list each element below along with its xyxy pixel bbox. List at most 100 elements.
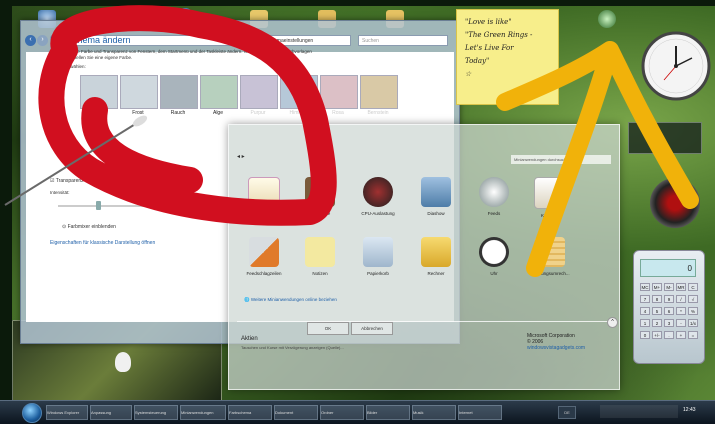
advanced-appearance-link[interactable]: Eigenschaften für klassische Darstellung…	[50, 240, 155, 246]
taskbar-button[interactable]: Ordner	[320, 405, 364, 420]
gadget-stocks[interactable]: Aktien	[237, 177, 291, 218]
note-line: Today"	[465, 57, 490, 65]
intensity-slider-thumb[interactable]	[96, 201, 101, 210]
recycle-bin-icon	[363, 237, 393, 267]
calculator-gadget[interactable]: 0 MC M+ M- MR C 7 8 9 / √ 4 5 6 * % 1 2 …	[633, 250, 705, 364]
get-more-gadgets-label: Weitere Minianwendungen online beziehen	[250, 297, 337, 302]
calc-key[interactable]: 1	[640, 319, 650, 327]
gadget-feed-headlines[interactable]: Feedschlagzeilen	[237, 237, 291, 276]
sticky-note-gadget[interactable]: "Love is like" "The Green Rings - Let's …	[456, 9, 559, 105]
details-title: Aktien	[241, 336, 258, 342]
gadget-label: Diashow	[427, 211, 445, 216]
tray-clock[interactable]: 12:43	[683, 407, 696, 413]
calc-key[interactable]: +/-	[652, 331, 662, 339]
gadget-recycle-bin[interactable]: Papierkorb	[351, 237, 405, 276]
calc-key[interactable]: MC	[640, 283, 650, 291]
start-button[interactable]	[22, 403, 42, 423]
taskbar-button[interactable]: Systemsteuerung	[134, 405, 178, 420]
intensity-slider-track[interactable]	[58, 205, 218, 207]
gadget-label: Feedschlagzeilen	[246, 271, 282, 276]
clock-icon	[479, 237, 509, 267]
gadget-cpu[interactable]: CPU-Auslastung	[351, 177, 405, 216]
gadget-notes[interactable]: Notizen	[293, 237, 347, 276]
clock-gadget[interactable]	[640, 30, 712, 102]
calc-key[interactable]: M-	[664, 283, 674, 291]
color-swatch-4[interactable]	[240, 75, 278, 109]
taskbar-button[interactable]: Musik	[412, 405, 456, 420]
color-swatch-5[interactable]	[280, 75, 318, 109]
color-swatch-7[interactable]	[360, 75, 398, 109]
calc-key[interactable]: MR	[676, 283, 686, 291]
gadget-currency[interactable]: Währungsumrech...	[523, 237, 577, 276]
calc-key[interactable]: 5	[652, 307, 662, 315]
gadget-clock[interactable]: Uhr	[467, 237, 521, 276]
taskbar-button[interactable]: Windows Explorer	[46, 405, 88, 420]
calc-key[interactable]: 7	[640, 295, 650, 303]
calc-key[interactable]: =	[688, 331, 698, 339]
gadget-calculator[interactable]: Rechner	[409, 237, 463, 276]
color-swatch-6[interactable]	[320, 75, 358, 109]
calculator-icon	[421, 237, 451, 267]
desktop-icon-gadget-top[interactable]	[598, 10, 616, 28]
ok-button[interactable]: OK	[307, 322, 349, 335]
search-input[interactable]: Suchen	[358, 35, 448, 46]
page-number-arrow[interactable]: ◂ ▸	[237, 153, 249, 163]
color-swatch-0[interactable]	[80, 75, 118, 109]
calc-key[interactable]: -	[676, 319, 686, 327]
color-swatch-3[interactable]	[200, 75, 238, 109]
calc-key[interactable]: 2	[652, 319, 662, 327]
note-line: Let's Live For	[465, 44, 514, 52]
get-more-gadgets-link[interactable]: 🌐 Weitere Minianwendungen online beziehe…	[244, 297, 337, 303]
gadget-label: Bildpuzzle	[309, 211, 331, 216]
transparency-checkbox[interactable]: ☑ Transparenz aktivieren	[50, 178, 106, 184]
note-line: "The Green Rings -	[465, 31, 533, 39]
gadget-slideshow[interactable]: Diashow	[409, 177, 463, 216]
gadget-gallery-window: ◂ ▸ Minianwendungen durchsuchen Aktien B…	[228, 124, 620, 390]
calc-key[interactable]: 6	[664, 307, 674, 315]
color-mixer-toggle[interactable]: ⊙ Farbmixer einblenden	[62, 224, 116, 230]
color-swatch-2[interactable]	[160, 75, 198, 109]
calc-key[interactable]: √	[688, 295, 698, 303]
calc-key[interactable]: 9	[664, 295, 674, 303]
calc-key[interactable]: C	[688, 283, 698, 291]
calc-key[interactable]: 4	[640, 307, 650, 315]
gadget-calendar[interactable]: Kalender	[523, 177, 577, 218]
calc-key[interactable]: M+	[652, 283, 662, 291]
calc-key[interactable]: 1/x	[688, 319, 698, 327]
back-button[interactable]: ‹	[25, 35, 36, 46]
taskbar-button[interactable]: Farbschema	[228, 405, 272, 420]
gadget-label: Notizen	[312, 271, 328, 276]
calc-key[interactable]: %	[688, 307, 698, 315]
taskbar-button[interactable]: Dokument	[274, 405, 318, 420]
calc-key[interactable]: 0	[640, 331, 650, 339]
gallery-search-input[interactable]: Minianwendungen durchsuchen	[511, 155, 611, 164]
language-indicator[interactable]: DE	[558, 406, 576, 419]
taskbar-button[interactable]: Bilder	[366, 405, 410, 420]
calendar-icon	[534, 177, 566, 209]
transparency-label: Transparenz aktivieren	[55, 178, 107, 184]
gadget-feeds[interactable]: Feeds	[467, 177, 521, 216]
details-collapse-button[interactable]: ^	[607, 317, 618, 328]
taskbar-button[interactable]: Minianwendungen	[180, 405, 226, 420]
calc-key[interactable]: +	[676, 331, 686, 339]
taskbar-button[interactable]: Internet	[458, 405, 502, 420]
cancel-button[interactable]: Abbrechen	[351, 322, 393, 335]
note-line: ☆	[465, 70, 472, 78]
stocks-icon	[248, 177, 280, 209]
calc-key[interactable]: 3	[664, 319, 674, 327]
publisher-link[interactable]: windowsvistagadgets.com	[527, 345, 585, 351]
forward-button[interactable]: ›	[37, 35, 48, 46]
swatch-label-3: Alge	[212, 110, 223, 116]
cpu-meter-gadget[interactable]	[650, 178, 700, 228]
color-swatch-1[interactable]	[120, 75, 158, 109]
calc-key[interactable]: 8	[652, 295, 662, 303]
calc-key[interactable]: /	[676, 295, 686, 303]
currency-icon	[535, 237, 565, 267]
gadget-label: Rechner	[427, 271, 445, 276]
gadget-puzzle[interactable]: Bildpuzzle	[293, 177, 347, 216]
photo-frame-left	[0, 0, 12, 423]
calc-key[interactable]: *	[676, 307, 686, 315]
calculator-display: 0	[640, 259, 696, 277]
calc-key[interactable]: .	[664, 331, 674, 339]
taskbar-button[interactable]: Anpassung	[90, 405, 132, 420]
